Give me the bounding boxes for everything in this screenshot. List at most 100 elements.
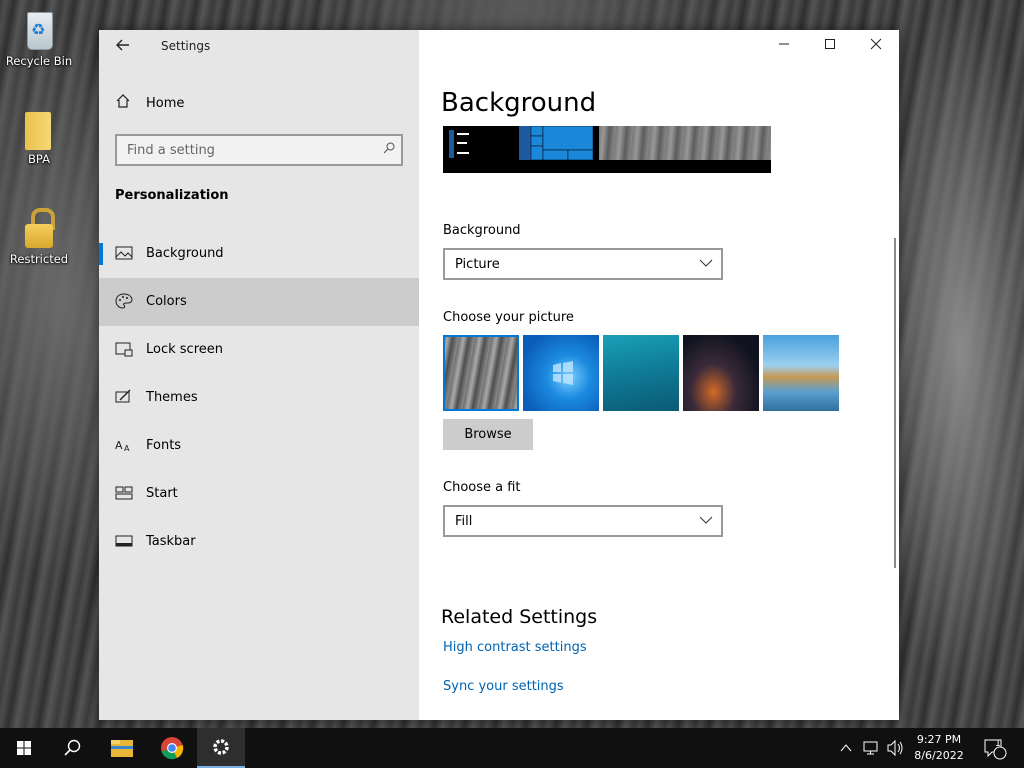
desktop-icon-recycle-bin[interactable]: Recycle Bin	[4, 8, 74, 68]
preview-taskbar	[443, 160, 771, 173]
windows-logo-icon	[553, 361, 573, 385]
windows-start-icon	[17, 741, 31, 755]
maximize-icon	[825, 39, 835, 49]
sidebar-item-label: Taskbar	[146, 534, 196, 549]
picture-thumbnail-rock[interactable]	[443, 335, 519, 411]
taskbar: 9:27 PM 8/6/2022 1	[0, 728, 1024, 768]
home-label: Home	[146, 96, 185, 111]
background-preview	[443, 126, 771, 173]
sidebar-item-start[interactable]: Start	[99, 470, 419, 518]
sidebar-item-label: Fonts	[146, 438, 182, 453]
sidebar: Settings Home Personalization Backgroun	[99, 30, 419, 720]
picture-thumbnail-underwater[interactable]	[603, 335, 679, 411]
fit-label: Choose a fit	[443, 480, 521, 495]
picture-thumbnail-beach[interactable]	[763, 335, 839, 411]
section-heading: Personalization	[115, 188, 229, 203]
sidebar-item-taskbar[interactable]: Taskbar	[99, 518, 419, 566]
chevron-down-icon	[699, 516, 713, 524]
back-arrow-icon	[116, 39, 129, 51]
sidebar-item-themes[interactable]: Themes	[99, 374, 419, 422]
close-icon	[870, 38, 882, 50]
app-title: Settings	[161, 39, 211, 53]
settings-taskbar-button[interactable]	[197, 728, 245, 768]
desktop-icon-label: Restricted	[9, 252, 69, 266]
chevron-up-icon	[840, 744, 852, 752]
taskbar-icon	[115, 535, 133, 547]
fit-dropdown-value: Fill	[455, 514, 473, 529]
maximize-button[interactable]	[807, 30, 853, 62]
desktop-icon-bpa[interactable]: BPA	[4, 106, 74, 166]
background-label: Background	[443, 223, 521, 238]
start-menu-icon	[115, 486, 133, 500]
sync-settings-link[interactable]: Sync your settings	[443, 679, 564, 694]
picture-thumbnails	[443, 335, 843, 411]
lock-icon	[19, 206, 59, 250]
sidebar-item-label: Colors	[146, 294, 187, 309]
preview-wallpaper	[599, 126, 771, 160]
notification-count: 1	[995, 739, 1001, 749]
lock-screen-icon	[115, 342, 133, 357]
home-icon	[115, 93, 131, 113]
choose-picture-label: Choose your picture	[443, 310, 574, 325]
sidebar-item-label: Lock screen	[146, 342, 223, 357]
clock[interactable]: 9:27 PM 8/6/2022	[906, 732, 972, 764]
main-pane: Background Background Picture Choose you…	[419, 30, 899, 720]
search-input[interactable]	[117, 136, 367, 164]
preview-tiles	[519, 126, 593, 160]
svg-text:A: A	[115, 439, 123, 452]
desktop-icon-restricted[interactable]: Restricted	[4, 206, 74, 266]
file-explorer-icon	[111, 740, 133, 757]
clock-time: 9:27 PM	[916, 733, 962, 746]
chevron-down-icon	[699, 259, 713, 267]
volume-button[interactable]	[884, 728, 906, 768]
chrome-icon	[161, 737, 184, 760]
sidebar-item-fonts[interactable]: A A Fonts	[99, 422, 419, 470]
scrollbar[interactable]	[894, 238, 896, 568]
folder-icon	[19, 106, 59, 150]
picture-icon	[115, 246, 133, 260]
high-contrast-link[interactable]: High contrast settings	[443, 640, 587, 655]
nav-list: Background Colors Lock screen Themes A A…	[99, 230, 419, 566]
network-button[interactable]	[860, 728, 882, 768]
minimize-icon	[779, 43, 789, 45]
back-button[interactable]	[109, 34, 137, 58]
preview-start-menu	[449, 130, 469, 158]
chrome-button[interactable]	[148, 728, 196, 768]
settings-gear-icon	[213, 739, 229, 755]
clock-date: 8/6/2022	[914, 749, 964, 762]
search-taskbar-button[interactable]	[48, 728, 96, 768]
start-button[interactable]	[0, 728, 48, 768]
show-hidden-icons-button[interactable]	[836, 728, 856, 768]
sidebar-item-label: Start	[146, 486, 178, 501]
sidebar-item-label: Themes	[146, 390, 198, 405]
close-button[interactable]	[853, 30, 899, 62]
sidebar-item-colors[interactable]: Colors	[99, 278, 419, 326]
file-explorer-button[interactable]	[98, 728, 146, 768]
background-dropdown[interactable]: Picture	[443, 248, 723, 280]
sidebar-item-lock-screen[interactable]: Lock screen	[99, 326, 419, 374]
home-button[interactable]: Home	[99, 88, 419, 120]
search-box[interactable]	[115, 134, 403, 166]
brush-icon	[115, 389, 131, 403]
sidebar-item-label: Background	[146, 246, 224, 261]
settings-window: Settings Home Personalization Backgroun	[99, 30, 899, 720]
background-dropdown-value: Picture	[455, 257, 500, 272]
svg-text:A: A	[124, 444, 130, 453]
fit-dropdown[interactable]: Fill	[443, 505, 723, 537]
picture-thumbnail-night-sky[interactable]	[683, 335, 759, 411]
search-icon	[64, 739, 81, 756]
page-title: Background	[441, 88, 597, 118]
related-settings-title: Related Settings	[441, 606, 598, 628]
recycle-bin-icon	[19, 8, 59, 52]
sidebar-item-background[interactable]: Background	[99, 230, 419, 278]
action-center-button[interactable]: 1	[980, 728, 1010, 768]
picture-thumbnail-windows[interactable]	[523, 335, 599, 411]
browse-button[interactable]: Browse	[443, 419, 533, 450]
network-icon	[863, 741, 878, 755]
desktop-icon-label: Recycle Bin	[5, 54, 73, 68]
titlebar: Settings	[99, 30, 419, 62]
search-icon[interactable]	[383, 142, 395, 154]
minimize-button[interactable]	[761, 30, 807, 62]
font-icon: A A	[115, 439, 130, 453]
volume-icon	[887, 739, 903, 757]
